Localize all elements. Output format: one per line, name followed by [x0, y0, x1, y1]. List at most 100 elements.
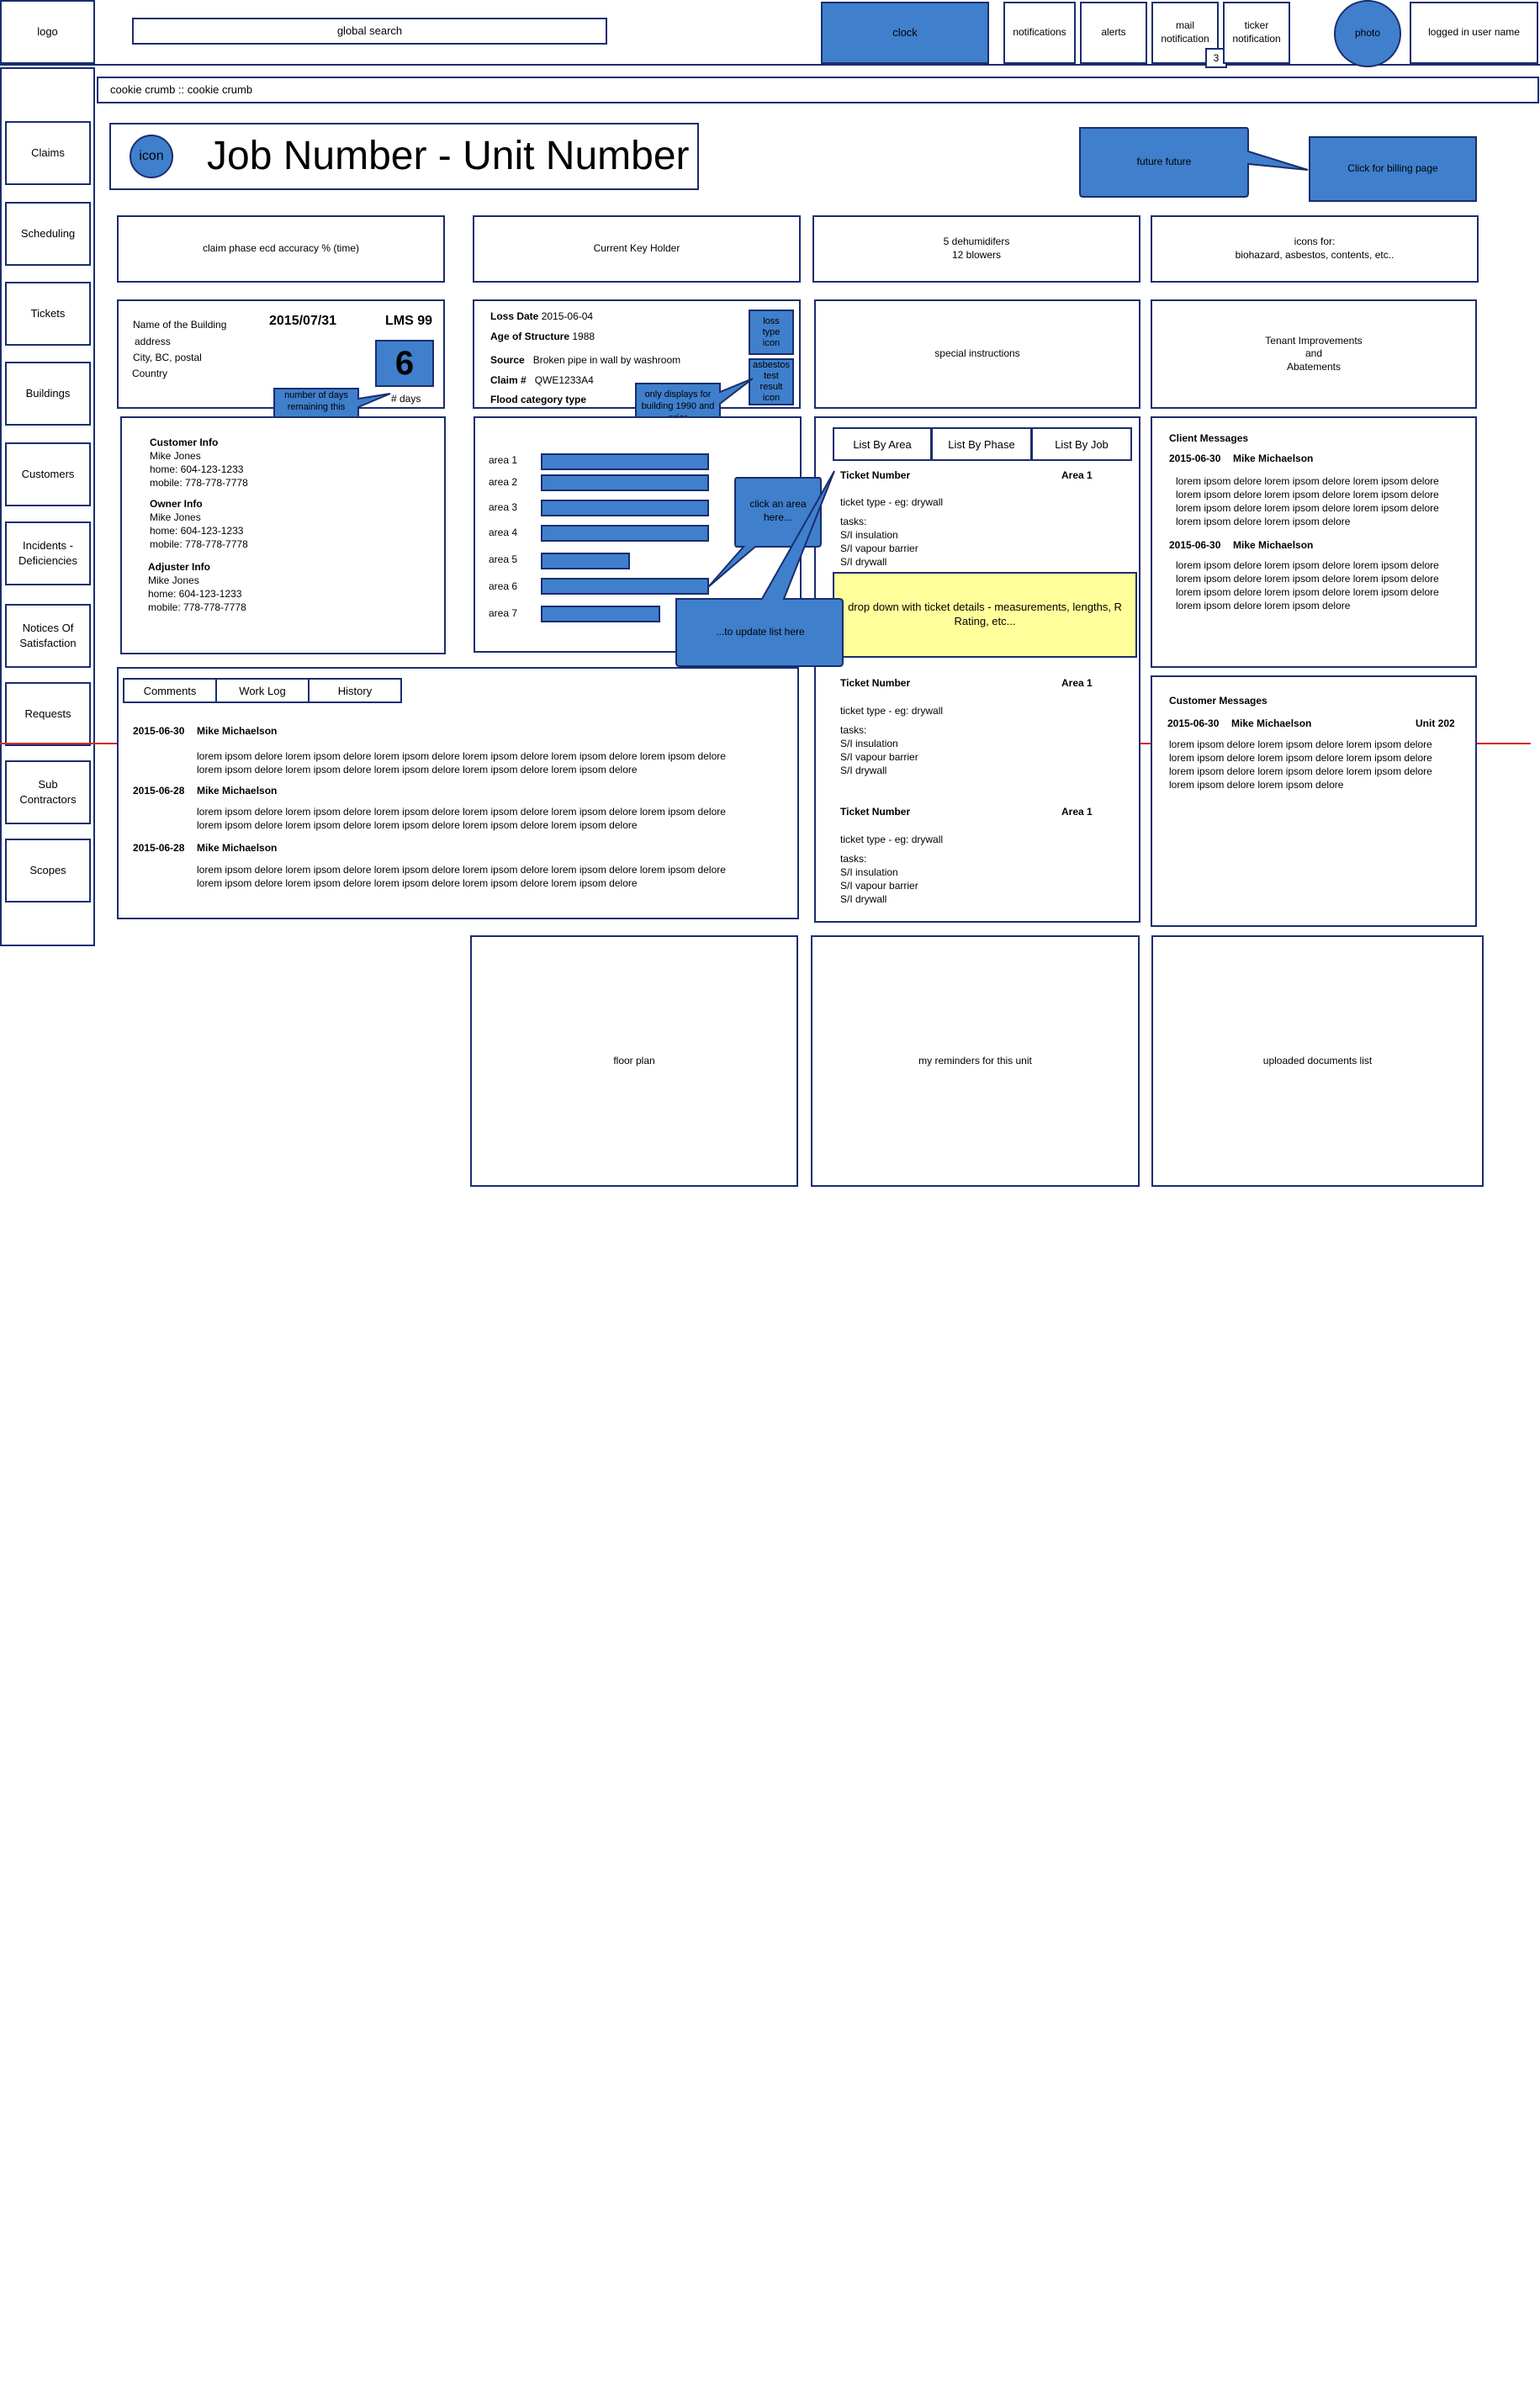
comment-date: 2015-06-28 [133, 842, 185, 854]
message-author: Mike Michaelson [1231, 717, 1312, 729]
tab-list-by-phase[interactable]: List By Phase [931, 427, 1032, 461]
message-line: lorem ipsom delore lorem ipsom delore lo… [1176, 573, 1439, 585]
source-value: Broken pipe in wall by washroom [532, 354, 681, 366]
breadcrumb[interactable]: cookie crumb :: cookie crumb [97, 77, 1539, 103]
age-of-structure: Age of Structure 1988 [490, 330, 595, 343]
message-line: lorem ipsom delore lorem ipsom delore lo… [1176, 586, 1439, 598]
source-label: Source [490, 354, 525, 366]
area-label: area 1 [489, 454, 518, 466]
ticket-number[interactable]: Ticket Number [840, 676, 910, 690]
ticket-task: S/I vapour barrier [840, 880, 918, 892]
message-unit: Unit 202 [1416, 717, 1455, 729]
message-line: lorem ipsom delore lorem ipsom delore lo… [1176, 502, 1439, 514]
notifications-button[interactable]: notifications [1003, 2, 1076, 64]
tab-list-by-job[interactable]: List By Job [1031, 427, 1132, 461]
sidebar-item-claims[interactable]: Claims [5, 121, 91, 185]
area-label: area 5 [489, 553, 518, 565]
update-list-callout-text: ...to update list here [716, 626, 805, 638]
message-author: Mike Michaelson [1233, 539, 1314, 551]
customer-messages-box [1151, 675, 1477, 927]
reminders-panel[interactable]: my reminders for this unit [811, 935, 1140, 1187]
contact-home: home: 604-123-1233 [150, 525, 244, 537]
sidebar-item-customers[interactable]: Customers [5, 442, 91, 506]
red-guide-line-left [0, 743, 118, 744]
area-label: area 6 [489, 580, 518, 592]
message-line: lorem ipsom delore lorem ipsom delore lo… [1169, 738, 1432, 750]
message-date: 2015-06-30 [1169, 539, 1221, 551]
sidebar-item-scopes[interactable]: Scopes [5, 839, 91, 903]
ticket-list-box [814, 416, 1140, 923]
ticket-type: ticket type - eg: drywall [840, 834, 944, 845]
contact-name: Mike Jones [150, 511, 201, 523]
contact-home: home: 604-123-1233 [148, 588, 242, 600]
sidebar-item-requests[interactable]: Requests [5, 682, 91, 746]
claim-number: Claim # QWE1233A4 [490, 373, 594, 387]
ticket-type: ticket type - eg: drywall [840, 496, 944, 508]
ticket-details-dropdown[interactable]: drop down with ticket details - measurem… [833, 572, 1137, 658]
sidebar-item-incidents[interactable]: Incidents - Deficiencies [5, 521, 91, 585]
ticket-area: Area 1 [1061, 469, 1093, 481]
tab-work-log[interactable]: Work Log [215, 678, 310, 703]
contact-name: Mike Jones [150, 450, 201, 462]
contact-heading: Customer Info [150, 437, 219, 448]
ticket-area: Area 1 [1061, 677, 1093, 689]
tab-history[interactable]: History [308, 678, 402, 703]
contact-name: Mike Jones [148, 574, 199, 586]
sidebar-item-scheduling[interactable]: Scheduling [5, 202, 91, 266]
area-bar[interactable] [541, 606, 660, 622]
comment-author: Mike Michaelson [197, 725, 278, 737]
age-label: Age of Structure [490, 331, 570, 342]
loss-date: Loss Date 2015-06-04 [490, 310, 593, 323]
ticket-tasks-label: tasks: [840, 724, 867, 736]
message-line: lorem ipsom delore lorem ipsom delore lo… [1169, 765, 1432, 777]
ticket-task: S/I vapour barrier [840, 543, 918, 554]
contact-heading: Owner Info [150, 498, 203, 510]
key-holder-box: Current Key Holder [473, 215, 801, 283]
area-label: area 7 [489, 607, 518, 619]
ticket-number[interactable]: Ticket Number [840, 468, 910, 482]
logged-in-user[interactable]: logged in user name [1410, 2, 1538, 64]
claim-accuracy-box: claim phase ecd accuracy % (time) [117, 215, 445, 283]
message-line: lorem ipsom delore lorem ipsom delore lo… [1176, 559, 1439, 571]
alerts-button[interactable]: alerts [1080, 2, 1147, 64]
clock-widget[interactable]: clock [821, 2, 989, 64]
uploaded-documents-panel[interactable]: uploaded documents list [1151, 935, 1484, 1187]
tab-comments[interactable]: Comments [123, 678, 217, 703]
job-icon: icon [130, 135, 173, 178]
comment-date: 2015-06-28 [133, 785, 185, 797]
sidebar-item-tickets[interactable]: Tickets [5, 282, 91, 346]
area-label: area 4 [489, 527, 518, 538]
message-line: lorem ipsom delore lorem ipsom delore lo… [1176, 489, 1439, 500]
ticket-number[interactable]: Ticket Number [840, 805, 910, 818]
lms-value: LMS 99 [385, 314, 433, 328]
tab-list-by-area[interactable]: List By Area [833, 427, 932, 461]
global-search-input[interactable]: global search [132, 18, 607, 45]
contact-home: home: 604-123-1233 [150, 463, 244, 475]
ticket-task: S/I vapour barrier [840, 751, 918, 763]
billing-page-button[interactable]: Click for billing page [1309, 136, 1477, 202]
building-address: address [135, 336, 171, 347]
message-line: lorem ipsom delore lorem ipsom delore lo… [1176, 475, 1439, 487]
comment-line: lorem ipsom delore lorem ipsom delore lo… [197, 864, 726, 876]
building-date: 2015/07/31 [269, 314, 337, 328]
loss-source: Source Broken pipe in wall by washroom [490, 353, 680, 367]
logo: logo [0, 0, 95, 64]
ticket-task: S/I drywall [840, 765, 887, 776]
area-bar[interactable] [541, 553, 630, 569]
ticker-notification-button[interactable]: ticker notification [1223, 2, 1290, 64]
contact-mobile: mobile: 778-778-7778 [150, 538, 248, 550]
contact-mobile: mobile: 778-778-7778 [148, 601, 246, 613]
user-photo-avatar[interactable]: photo [1334, 0, 1401, 67]
comment-line: lorem ipsom delore lorem ipsom delore lo… [197, 806, 726, 818]
floor-plan-panel[interactable]: floor plan [470, 935, 798, 1187]
sidebar-item-subcontractors[interactable]: Sub Contractors [5, 760, 91, 824]
days-remaining-value: 6 [375, 340, 434, 387]
sidebar-item-notices[interactable]: Notices Of Satisfaction [5, 604, 91, 668]
hazard-icons-box: icons for: biohazard, asbestos, contents… [1151, 215, 1479, 283]
age-value: 1988 [572, 331, 595, 342]
sidebar-item-buildings[interactable]: Buildings [5, 362, 91, 426]
area-label: area 3 [489, 501, 518, 513]
loss-date-value: 2015-06-04 [541, 310, 594, 322]
loss-date-label: Loss Date [490, 310, 539, 322]
ticket-type: ticket type - eg: drywall [840, 705, 944, 717]
